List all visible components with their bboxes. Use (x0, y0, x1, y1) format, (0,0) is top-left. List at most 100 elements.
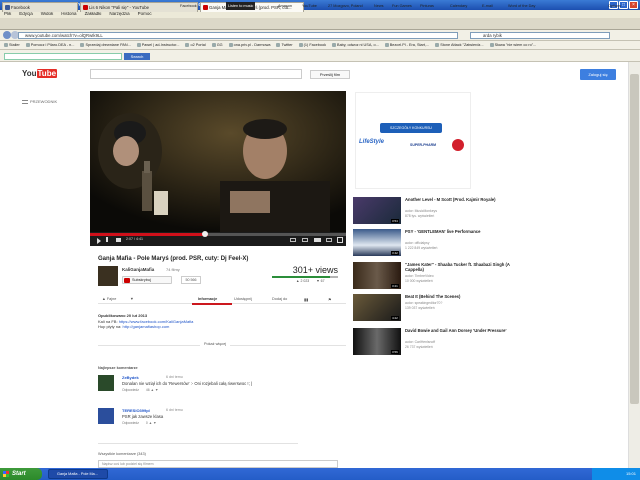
toolbar-item[interactable]: Listen to music (226, 2, 256, 10)
volume-icon[interactable] (116, 238, 121, 242)
settings-icon[interactable] (290, 238, 296, 242)
url-field[interactable]: www.youtube.com/watch?v=olQRwIk9LL (18, 32, 458, 39)
back-icon[interactable] (3, 31, 11, 39)
browser-search-field[interactable]: arda rybik (470, 32, 610, 39)
ad-button[interactable]: SZCZEGÓŁY KONKURSU (380, 123, 442, 133)
fullscreen-icon[interactable] (337, 237, 343, 243)
tab-add-to[interactable]: Dodaj do (272, 297, 287, 301)
toolbar-item[interactable]: News (374, 2, 384, 10)
reply-link[interactable]: Odpowiedz (122, 421, 139, 425)
toolbar-item[interactable]: Pinturas (420, 2, 434, 10)
toolbar-search-button[interactable]: Search (124, 53, 150, 60)
related-video[interactable]: 4:22 Beat It (Behind The Scenes) autor: … (353, 294, 523, 322)
related-title[interactable]: Beat It (Behind The Scenes) (405, 294, 515, 299)
video-title: Ganja Mafia - Pole Maryś (prod. PSR, cut… (98, 256, 249, 262)
youtube-logo[interactable]: YouTube (22, 69, 58, 78)
related-title[interactable]: David Bowie and Gail Ann Dorsey 'Under P… (405, 328, 515, 333)
play-icon[interactable] (97, 238, 101, 244)
bookmark-item[interactable]: Stone Attack "Zatwierdz... (435, 41, 484, 49)
comment-avatar[interactable] (98, 408, 114, 424)
bookmark-item[interactable]: (1) Facebook (298, 41, 326, 49)
login-button[interactable]: Zaloguj się (580, 69, 616, 80)
channel-avatar[interactable] (98, 266, 118, 286)
bookmark-item[interactable]: Pomocz i Pilaro.DEA - n... (25, 41, 74, 49)
like-button[interactable]: ▲ Fajne (102, 297, 116, 301)
related-title[interactable]: "James Kater" - Shaaba Tucker ft. Shaaba… (405, 262, 515, 272)
thumbs-up-icon[interactable]: ▲ (151, 388, 154, 392)
bookmark-item[interactable]: GG (211, 41, 223, 49)
bookmark-item[interactable]: o2 Portal (185, 41, 206, 49)
bookmark-item[interactable]: Pawel | ad-Instructor... (136, 41, 179, 49)
start-button[interactable]: Start (0, 468, 42, 480)
toolbar-item[interactable]: E-mail (482, 2, 493, 10)
facebook-link[interactable]: https://www.facebook.com/KaliGanjaMafia (119, 319, 194, 324)
like-counts: ▲ 2 023 ▼ 67 (296, 279, 325, 283)
toolbar-item[interactable]: 27 Mozgovo, Poland (328, 2, 363, 10)
scrollbar-thumb[interactable] (630, 74, 639, 404)
bookmark-item[interactable]: Twitter (276, 41, 293, 49)
bookmark-item[interactable]: ona.priv.pl - Darmowa (228, 41, 270, 49)
bookmark-item[interactable]: Bezcel.Pl - Era, Start,... (384, 41, 429, 49)
toolbar-item[interactable]: Amazon (278, 2, 292, 10)
related-video[interactable]: 3:56 David Bowie and Gail Ann Dorsey 'Un… (353, 328, 523, 356)
tab-share[interactable]: Udostępnij (234, 297, 252, 301)
system-tray-clock: 15:01 (592, 468, 640, 480)
subscriber-count: 50 566 (181, 276, 201, 284)
reply-link[interactable]: Odpowiedz (122, 388, 139, 392)
bookmark-item[interactable]: Stailer (4, 41, 20, 49)
theater-icon[interactable] (314, 238, 321, 242)
video-player[interactable] (90, 91, 346, 246)
youtube-search-input[interactable] (90, 69, 302, 79)
bookmark-item[interactable]: Baby, odwoz ni USA, o... (332, 41, 379, 49)
comment-author[interactable]: ZeBydek (122, 375, 139, 380)
comment-avatar[interactable] (98, 375, 114, 391)
thumbs-down-icon[interactable]: ▼ (153, 421, 156, 425)
flag-button[interactable]: ⚑ (328, 297, 331, 302)
toolbar-item[interactable]: Fun Games (392, 2, 412, 10)
thumbs-down-icon: ▼ (130, 297, 134, 301)
comment-actions: Odpowiedz 46 ▲ ▼ (122, 388, 158, 392)
dislike-button[interactable]: ▼ (130, 297, 134, 301)
toolbar-item[interactable]: Calendary (450, 2, 467, 10)
related-video[interactable]: 3:42 PSY - 'GENTLEMAN' live Performance … (353, 229, 523, 257)
progress-handle[interactable] (202, 231, 208, 237)
tab-info[interactable]: Informacje (198, 297, 217, 301)
shop-link[interactable]: http://ganjamafiashop.com (122, 324, 169, 329)
bookmark-icon (276, 43, 281, 47)
toolbar-item[interactable]: Options (608, 2, 621, 10)
subscribe-button[interactable]: Subskrybuj (122, 276, 172, 284)
comment-author[interactable]: TERESIO399pl (122, 408, 150, 413)
related-views: 26 737 wyświetleń (405, 345, 433, 349)
close-icon[interactable]: × (629, 1, 638, 9)
page-scrollbar[interactable] (628, 62, 640, 468)
channel-name[interactable]: KaliGanjaMafia (122, 267, 154, 272)
toolbar-search-input[interactable] (4, 53, 122, 60)
related-title[interactable]: Another Level - M Scott (Prod. Kajmir Ro… (405, 197, 515, 202)
video-duration: 3:54 (391, 219, 399, 223)
related-video[interactable]: 3:21 "James Kater" - Shaaba Tucker ft. S… (353, 262, 523, 290)
bookmark-item[interactable]: Słowa "nie wiem co ro"... (489, 41, 536, 49)
progress-bar[interactable] (90, 233, 346, 236)
taskbar-item-firefox[interactable]: Ganja Mafia - Pole Ma... (48, 469, 108, 479)
stats-button[interactable]: ▮▮ (304, 297, 308, 302)
toolbar-item[interactable]: Word of the Day (508, 2, 535, 10)
toolbar-item[interactable]: YouTube (302, 2, 317, 10)
bookmark-item[interactable]: Sprzedaj drewniane PAN... (80, 41, 131, 49)
popout-icon[interactable] (326, 238, 332, 242)
next-icon[interactable] (106, 237, 112, 242)
channel-video-count[interactable]: 74 filmy (166, 267, 180, 272)
thumbs-down-icon[interactable]: ▼ (155, 388, 158, 392)
captions-icon[interactable] (302, 238, 308, 242)
facebook-icon (5, 5, 10, 10)
tab-facebook[interactable]: Facebook (2, 2, 78, 12)
upload-button[interactable]: Prześlij film (310, 70, 350, 79)
related-channel: autor: TimbreVideo (405, 274, 434, 278)
related-title[interactable]: PSY - 'GENTLEMAN' live Performance (405, 229, 515, 234)
thumbs-up-icon[interactable]: ▲ (149, 421, 152, 425)
comment-input[interactable]: Napisz coś lub podziel się filmem (98, 460, 338, 468)
related-video[interactable]: 3:54 Another Level - M Scott (Prod. Kajm… (353, 197, 523, 225)
advertisement[interactable]: SZCZEGÓŁY KONKURSU LifeStyle SUPER-PHARM (355, 92, 471, 189)
toolbar-item[interactable]: Facebook (180, 2, 197, 10)
show-more-button[interactable]: Pokaż więcej (200, 342, 231, 346)
guide-menu[interactable]: PRZEWODNIK (22, 99, 57, 104)
